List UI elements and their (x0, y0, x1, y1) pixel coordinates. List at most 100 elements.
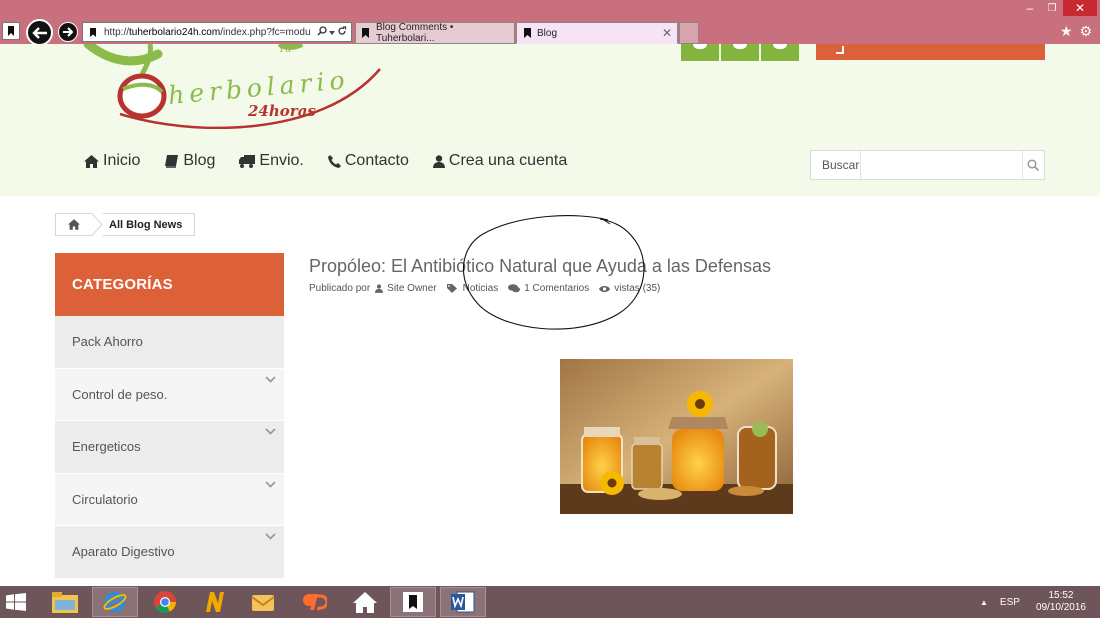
settings-gear-icon[interactable]: ⚙ (1080, 23, 1093, 40)
page-favicon-icon (2, 22, 20, 40)
tab-blog-comments[interactable]: Blog Comments • Tuherbolari... (355, 22, 515, 44)
tab-favicon-icon (360, 27, 372, 39)
bookmark-favicon-icon (403, 592, 423, 612)
screen: http://tuherbolario24h.com/index.php?fc=… (0, 0, 1100, 618)
nav-item-envio[interactable]: Envio. (239, 152, 304, 170)
post-author[interactable]: Site Owner (375, 283, 437, 294)
dropdown-icon[interactable] (329, 26, 335, 38)
site-icon (85, 23, 101, 41)
internet-explorer-icon (103, 592, 127, 612)
logo-subtitle: 24horas (247, 102, 316, 120)
taskbar-file-explorer[interactable] (42, 587, 88, 617)
back-button[interactable] (26, 19, 53, 46)
chevron-down-icon[interactable] (265, 480, 276, 488)
category-item-aparato-digestivo[interactable]: Aparato Digestivo (55, 526, 284, 579)
clock-time: 15:52 (1048, 590, 1074, 601)
taskbar-chrome[interactable] (142, 587, 188, 617)
book-icon (164, 154, 179, 168)
windows-logo-icon (6, 593, 26, 611)
site-logo[interactable]: herbolario 24horas Tu (80, 44, 390, 129)
mail-icon (773, 44, 787, 49)
url-prefix: http:// (104, 26, 130, 38)
categories-title: CATEGORÍAS (72, 276, 173, 293)
tab-blog[interactable]: Blog ✕ (516, 22, 678, 44)
breadcrumb-current-label: All Blog News (109, 218, 183, 231)
search-button[interactable] (1021, 151, 1044, 179)
home-icon (84, 154, 99, 168)
breadcrumb-current: All Blog News (103, 213, 196, 236)
category-label: Circulatorio (72, 491, 138, 507)
category-item-energeticos[interactable]: Energeticos (55, 421, 284, 474)
chevron-down-icon[interactable] (265, 375, 276, 383)
tray-expand-icon[interactable]: ▲ (980, 598, 988, 607)
phone-icon (327, 154, 341, 168)
forward-button[interactable] (58, 22, 78, 42)
taskbar-internet-explorer[interactable] (92, 587, 138, 617)
search-label: Buscar (811, 151, 861, 179)
breadcrumb-separator (91, 213, 103, 236)
mail-app-icon (251, 595, 275, 611)
taskbar-n-app[interactable] (192, 587, 238, 617)
hand-drawn-annotation-circle (463, 215, 645, 330)
chevron-down-icon[interactable] (265, 428, 276, 435)
new-tab-button[interactable] (679, 22, 699, 44)
social-button-phone[interactable] (721, 44, 759, 61)
nav-item-crea-cuenta[interactable]: Crea una cuenta (432, 152, 568, 170)
nav-item-contacto[interactable]: Contacto (327, 152, 409, 170)
cart-button[interactable] (816, 44, 1045, 60)
nav-label: Crea una cuenta (448, 152, 568, 169)
search-box: Buscar (810, 150, 1045, 180)
user-icon (375, 284, 384, 293)
social-button-mail[interactable] (761, 44, 799, 61)
cpanel-icon (303, 594, 327, 611)
clock[interactable]: 15:52 09/10/2016 (1036, 590, 1086, 614)
favorites-star-icon[interactable]: ★ (1060, 23, 1073, 40)
category-item-circulatorio[interactable]: Circulatorio (55, 473, 284, 526)
arrow-right-icon (63, 27, 74, 37)
taskbar-mail[interactable] (240, 587, 286, 617)
maximize-button[interactable]: ❐ (1041, 0, 1063, 16)
nav-item-blog[interactable]: Blog (164, 152, 215, 170)
category-item-control-de-peso[interactable]: Control de peso. (55, 368, 284, 421)
category-label: Control de peso. (72, 386, 168, 402)
chevron-down-icon[interactable] (265, 533, 276, 540)
taskbar-blog-window[interactable] (390, 587, 436, 617)
taskbar-cpanel[interactable] (292, 587, 338, 617)
input-language[interactable]: ESP (1000, 597, 1020, 608)
close-tab-icon[interactable]: ✕ (662, 26, 672, 40)
cart-icon (836, 46, 844, 54)
close-window-button[interactable]: ✕ (1063, 0, 1097, 16)
refresh-icon[interactable] (337, 25, 347, 39)
nav-label: Contacto (344, 152, 409, 169)
url-path: /index.php?fc=modu (220, 26, 311, 38)
nav-item-inicio[interactable]: Inicio (84, 152, 140, 170)
category-label: Pack Ahorro (72, 334, 143, 350)
clock-date: 09/10/2016 (1035, 602, 1086, 613)
tab-label: Blog Comments • Tuherbolari... (375, 22, 454, 44)
category-item-pack-ahorro[interactable]: Pack Ahorro (55, 316, 284, 369)
maximize-glyph: ❐ (1047, 2, 1057, 14)
browser-chrome: http://tuherbolario24h.com/index.php?fc=… (0, 0, 1100, 46)
folder-icon (52, 592, 78, 613)
home-icon (353, 592, 377, 613)
taskbar-word[interactable] (440, 587, 486, 617)
address-bar[interactable]: http://tuherbolario24h.com/index.php?fc=… (82, 22, 352, 42)
breadcrumb-home-link[interactable] (55, 213, 91, 236)
search-input[interactable] (860, 151, 1022, 179)
tab-label: Blog (537, 27, 558, 39)
search-icon[interactable] (317, 25, 327, 39)
social-button-whatsapp[interactable] (681, 44, 719, 61)
word-icon (451, 591, 475, 613)
main-navigation: Inicio Blog Envio. Contacto Crea una cue… (84, 152, 591, 170)
category-label: Energeticos (72, 439, 141, 455)
url-text[interactable]: http://tuherbolario24h.com/index.php?fc=… (101, 27, 313, 38)
taskbar-home[interactable] (342, 587, 388, 617)
category-label: Aparato Digestivo (72, 544, 175, 560)
minimize-button[interactable]: – (1019, 0, 1041, 16)
tags-icon (446, 284, 459, 293)
windows-start-button[interactable] (6, 593, 26, 616)
truck-icon (239, 154, 256, 168)
search-icon (1027, 159, 1040, 171)
post-featured-image[interactable] (560, 359, 793, 514)
nav-label: Envio. (259, 152, 304, 169)
